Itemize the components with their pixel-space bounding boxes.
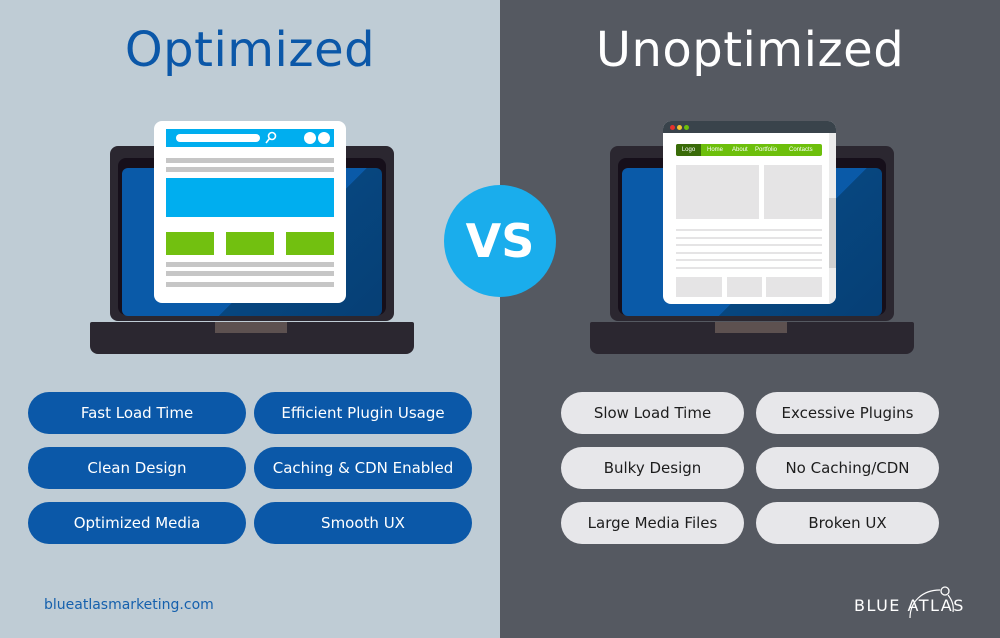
mock-scrollbar xyxy=(829,133,836,304)
laptop-base xyxy=(90,322,414,354)
mock-nav-link: Home xyxy=(707,147,724,153)
mock-content-block xyxy=(766,277,822,297)
window-close-dot-icon xyxy=(670,125,675,130)
mock-nav-link: About xyxy=(732,147,748,153)
mock-image-placeholder xyxy=(676,165,759,219)
mock-text-line xyxy=(166,271,334,276)
search-icon xyxy=(265,131,277,144)
mock-text-line xyxy=(166,262,334,267)
mock-green-block xyxy=(166,232,214,255)
mock-image-placeholder xyxy=(764,165,822,219)
mock-search-field xyxy=(176,134,260,142)
feature-pill-unoptimized: Slow Load Time xyxy=(561,392,744,434)
mock-text-line xyxy=(676,259,822,261)
optimized-webpage-mockup xyxy=(154,121,346,303)
mock-content-block xyxy=(676,277,722,297)
mock-content-block xyxy=(727,277,762,297)
unoptimized-webpage-mockup: Logo Home About Portfolio Contacts xyxy=(663,121,836,304)
mock-nav-link: Portfolio xyxy=(755,147,778,153)
optimized-title: Optimized xyxy=(124,22,376,78)
mock-dot-icon xyxy=(318,132,330,144)
logo-text: BLUE ATLAS xyxy=(854,596,965,615)
feature-pill-optimized: Efficient Plugin Usage xyxy=(254,392,472,434)
mock-text-line xyxy=(676,244,822,246)
mock-nav-link: Contacts xyxy=(789,147,813,153)
mock-green-block xyxy=(286,232,334,255)
mock-text-line xyxy=(166,167,334,172)
mock-nav-logo: Logo xyxy=(676,144,701,156)
mock-green-block xyxy=(226,232,274,255)
window-minimize-dot-icon xyxy=(677,125,682,130)
blue-atlas-logo: BLUE ATLAS xyxy=(852,582,965,622)
mock-text-line xyxy=(676,229,822,231)
mock-nav-bar: Logo Home About Portfolio Contacts xyxy=(676,144,822,156)
website-link[interactable]: blueatlasmarketing.com xyxy=(44,597,214,613)
feature-pill-unoptimized: Bulky Design xyxy=(561,447,744,489)
feature-pill-unoptimized: Large Media Files xyxy=(561,502,744,544)
laptop-base xyxy=(590,322,914,354)
mock-text-line xyxy=(676,267,822,269)
laptop-trackpad xyxy=(215,322,287,333)
feature-pill-optimized: Fast Load Time xyxy=(28,392,246,434)
mock-text-line xyxy=(166,282,334,287)
vs-badge: VS xyxy=(444,185,556,297)
feature-pill-unoptimized: Broken UX xyxy=(756,502,939,544)
feature-pill-unoptimized: No Caching/CDN xyxy=(756,447,939,489)
feature-pill-optimized: Caching & CDN Enabled xyxy=(254,447,472,489)
mock-scrollbar-thumb xyxy=(829,198,836,268)
feature-pill-optimized: Clean Design xyxy=(28,447,246,489)
mock-text-line xyxy=(676,252,822,254)
mock-dot-icon xyxy=(304,132,316,144)
laptop-trackpad xyxy=(715,322,787,333)
mock-header-bar xyxy=(166,129,334,147)
feature-pill-unoptimized: Excessive Plugins xyxy=(756,392,939,434)
mock-hero-banner xyxy=(166,178,334,217)
feature-pill-optimized: Smooth UX xyxy=(254,502,472,544)
window-maximize-dot-icon xyxy=(684,125,689,130)
mock-text-line xyxy=(676,237,822,239)
feature-pill-optimized: Optimized Media xyxy=(28,502,246,544)
unoptimized-title: Unoptimized xyxy=(595,22,905,78)
mock-text-line xyxy=(166,158,334,163)
mock-window-titlebar xyxy=(663,121,836,133)
